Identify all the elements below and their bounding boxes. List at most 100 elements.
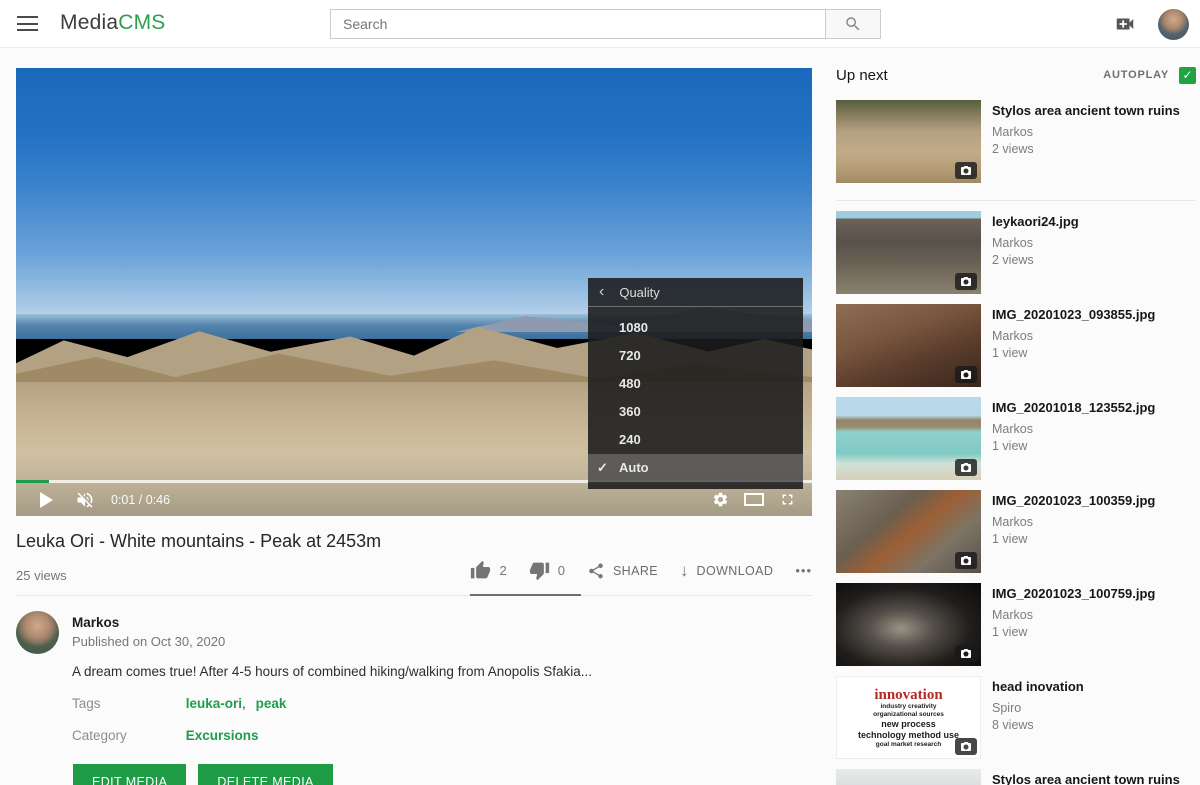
- share-label: SHARE: [613, 564, 658, 578]
- list-item[interactable]: Stylos area ancient town ruins Markos 2 …: [836, 100, 1196, 201]
- thumbnail[interactable]: [836, 211, 981, 294]
- theater-mode-icon[interactable]: [744, 493, 764, 506]
- list-item[interactable]: Stylos area ancient town ruins: [836, 769, 1196, 785]
- menu-icon[interactable]: [17, 16, 38, 31]
- dislike-button[interactable]: 0: [529, 560, 565, 581]
- item-views: 2 views: [992, 142, 1182, 156]
- media-manage-buttons: EDIT MEDIA DELETE MEDIA: [73, 764, 333, 785]
- tag-link-leuka-ori[interactable]: leuka-ori: [186, 696, 242, 711]
- check-icon: ✓: [1182, 68, 1192, 82]
- item-info: IMG_20201023_093855.jpg Markos 1 view: [992, 304, 1182, 387]
- item-title[interactable]: IMG_20201023_093855.jpg: [992, 307, 1182, 323]
- player-controls-right: [712, 491, 796, 508]
- video-upload-icon: [1112, 13, 1138, 35]
- quality-menu-header[interactable]: ‹ Quality: [588, 278, 803, 307]
- list-item[interactable]: IMG_20201023_100759.jpg Markos 1 view: [836, 583, 1196, 666]
- settings-gear-icon[interactable]: [712, 491, 729, 508]
- item-views: 1 view: [992, 532, 1182, 546]
- camera-badge: [955, 552, 977, 569]
- share-button[interactable]: SHARE: [587, 562, 658, 580]
- item-title[interactable]: Stylos area ancient town ruins: [992, 772, 1182, 785]
- wordcloud-word: industry creativity: [881, 703, 937, 711]
- wordcloud-word: goal market research: [876, 741, 941, 749]
- quality-option-auto[interactable]: ✓ Auto: [588, 454, 803, 482]
- list-item[interactable]: IMG_20201018_123552.jpg Markos 1 view: [836, 397, 1196, 480]
- item-author: Markos: [992, 125, 1182, 139]
- list-item[interactable]: leykaori24.jpg Markos 2 views: [836, 211, 1196, 294]
- delete-media-button[interactable]: DELETE MEDIA: [198, 764, 333, 785]
- item-views: 8 views: [992, 718, 1182, 732]
- like-button[interactable]: 2: [470, 560, 506, 581]
- quality-option-480[interactable]: 480: [588, 370, 803, 398]
- category-label: Category: [72, 728, 182, 743]
- list-item[interactable]: IMG_20201023_100359.jpg Markos 1 view: [836, 490, 1196, 573]
- author-avatar[interactable]: [16, 611, 59, 654]
- autoplay-label: AUTOPLAY: [1103, 69, 1169, 81]
- thumbnail[interactable]: [836, 100, 981, 183]
- quality-menu: ‹ Quality 1080 720 480 360 240 ✓ Auto: [588, 278, 803, 489]
- item-title[interactable]: IMG_20201018_123552.jpg: [992, 400, 1182, 416]
- thumbnail[interactable]: [836, 304, 981, 387]
- fullscreen-icon[interactable]: [779, 491, 796, 508]
- thumbs-up-icon: [470, 560, 491, 581]
- item-views: 2 views: [992, 253, 1182, 267]
- more-options-button[interactable]: •••: [795, 563, 812, 578]
- item-title[interactable]: IMG_20201023_100359.jpg: [992, 493, 1182, 509]
- quality-options-list: 1080 720 480 360 240 ✓ Auto: [588, 307, 803, 489]
- quality-option-240[interactable]: 240: [588, 426, 803, 454]
- thumbnail[interactable]: innovation industry creativity organizat…: [836, 676, 981, 759]
- search-button[interactable]: [826, 9, 881, 39]
- author-name[interactable]: Markos: [72, 615, 119, 630]
- thumbnail[interactable]: [836, 583, 981, 666]
- app-logo[interactable]: MediaCMS: [60, 11, 165, 35]
- camera-badge: [955, 738, 977, 755]
- camera-badge: [955, 162, 977, 179]
- list-item[interactable]: IMG_20201023_093855.jpg Markos 1 view: [836, 304, 1196, 387]
- thumbnail[interactable]: [836, 490, 981, 573]
- edit-media-button[interactable]: EDIT MEDIA: [73, 764, 186, 785]
- views-count: 25 views: [16, 568, 67, 583]
- item-author: Markos: [992, 236, 1182, 250]
- up-next-title: Up next: [836, 67, 888, 84]
- item-info: IMG_20201018_123552.jpg Markos 1 view: [992, 397, 1182, 480]
- item-views: 1 view: [992, 625, 1182, 639]
- download-label: DOWNLOAD: [697, 564, 774, 578]
- quality-option-720[interactable]: 720: [588, 342, 803, 370]
- autoplay-checkbox[interactable]: ✓: [1179, 67, 1196, 84]
- list-item[interactable]: innovation industry creativity organizat…: [836, 676, 1196, 759]
- tags-label: Tags: [72, 696, 182, 711]
- thumbnail[interactable]: [836, 769, 981, 785]
- tag-link-peak[interactable]: peak: [256, 696, 287, 711]
- logo-cms: CMS: [118, 11, 165, 34]
- download-icon: ↓: [680, 561, 689, 581]
- video-player[interactable]: ‹ Quality 1080 720 480 360 240 ✓ Auto 0:…: [16, 68, 812, 516]
- up-next-sidebar: Up next AUTOPLAY ✓ Stylos area ancient t…: [836, 60, 1196, 785]
- category-link-excursions[interactable]: Excursions: [186, 728, 259, 743]
- item-author: Spiro: [992, 701, 1182, 715]
- quality-option-360[interactable]: 360: [588, 398, 803, 426]
- item-title[interactable]: head inovation: [992, 679, 1182, 695]
- download-button[interactable]: ↓ DOWNLOAD: [680, 561, 773, 581]
- check-icon: ✓: [597, 454, 608, 482]
- item-author: Markos: [992, 422, 1182, 436]
- item-title[interactable]: Stylos area ancient town ruins: [992, 103, 1182, 119]
- wordcloud-word: organizational sources: [873, 711, 944, 719]
- wordcloud-word: technology method use: [858, 730, 959, 741]
- mute-icon[interactable]: [75, 490, 95, 510]
- user-avatar[interactable]: [1158, 9, 1189, 40]
- quality-option-1080[interactable]: 1080: [588, 314, 803, 342]
- category-row: Category Excursions: [72, 728, 259, 743]
- item-info: head inovation Spiro 8 views: [992, 676, 1182, 759]
- item-title[interactable]: leykaori24.jpg: [992, 214, 1182, 230]
- wordcloud-word: new process: [881, 719, 936, 730]
- thumbnail[interactable]: [836, 397, 981, 480]
- item-title[interactable]: IMG_20201023_100759.jpg: [992, 586, 1182, 602]
- logo-media: Media: [60, 11, 118, 34]
- time-display: 0:01 / 0:46: [111, 493, 170, 507]
- upload-media-button[interactable]: [1112, 13, 1138, 35]
- play-button[interactable]: [40, 492, 53, 508]
- search-input[interactable]: [330, 9, 826, 39]
- camera-badge: [955, 273, 977, 290]
- chevron-left-icon: ‹: [599, 283, 604, 301]
- like-count: 2: [499, 563, 506, 578]
